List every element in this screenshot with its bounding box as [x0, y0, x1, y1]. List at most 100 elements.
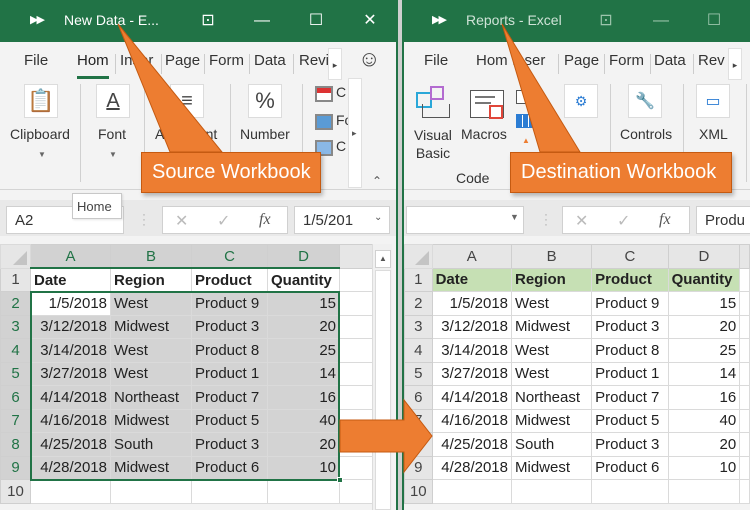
empty-cell[interactable]	[339, 291, 373, 316]
region-cell[interactable]: Midwest	[110, 408, 192, 433]
insert-function-icon[interactable]: fx	[659, 211, 671, 229]
row-header[interactable]: 5	[404, 361, 433, 386]
header-cell[interactable]: Quantity	[267, 267, 340, 292]
minimize-icon[interactable]: —	[647, 8, 675, 34]
region-cell[interactable]: West	[510, 361, 593, 386]
tab-file[interactable]: File	[24, 52, 48, 69]
tab-insert[interactable]: Inser	[512, 52, 545, 69]
product-cell[interactable]: Product 8	[191, 338, 268, 363]
enter-check-icon[interactable]: ✓	[617, 211, 630, 231]
region-cell[interactable]: West	[110, 338, 192, 363]
product-cell[interactable]: Product 5	[591, 408, 669, 433]
empty-cell[interactable]	[510, 479, 593, 504]
row-header[interactable]: 1	[404, 267, 433, 292]
header-cell[interactable]: Region	[510, 267, 593, 292]
row-header[interactable]: 10	[0, 479, 31, 504]
row-header[interactable]: 1	[0, 267, 31, 292]
collapse-ribbon-icon[interactable]: ⌃	[372, 174, 382, 188]
row-header[interactable]: 9	[0, 455, 31, 480]
empty-cell[interactable]	[739, 338, 750, 363]
product-cell[interactable]: Product 7	[191, 385, 268, 410]
product-cell[interactable]: Product 3	[191, 432, 268, 457]
region-cell[interactable]: Midwest	[510, 314, 593, 339]
empty-cell[interactable]	[30, 479, 111, 504]
region-cell[interactable]: South	[110, 432, 192, 457]
date-cell[interactable]: 4/28/2018	[431, 455, 513, 480]
tab-developer[interactable]: Rev	[698, 52, 725, 69]
formula-bar-grip-icon[interactable]: · · ·	[142, 208, 146, 230]
tab-home[interactable]: Hom	[476, 52, 508, 69]
select-all-corner[interactable]	[404, 244, 433, 269]
region-cell[interactable]: Northeast	[110, 385, 192, 410]
date-cell[interactable]: 4/16/2018	[30, 408, 111, 433]
header-cell[interactable]: Date	[30, 267, 111, 292]
empty-cell[interactable]	[739, 291, 750, 316]
product-cell[interactable]: Product 9	[591, 291, 669, 316]
enter-check-icon[interactable]: ✓	[217, 211, 230, 231]
row-header[interactable]: 6	[404, 385, 433, 410]
tabs-scroll-right-icon[interactable]: ▸	[328, 48, 342, 80]
visual-basic-label[interactable]: Visual Basic	[414, 126, 452, 162]
macros-icon[interactable]	[470, 90, 504, 119]
macros-label[interactable]: Macros	[461, 126, 507, 142]
empty-cell[interactable]	[431, 479, 513, 504]
region-cell[interactable]: Northeast	[510, 385, 593, 410]
empty-cell[interactable]	[739, 432, 750, 457]
quantity-cell[interactable]: 20	[667, 314, 741, 339]
date-cell[interactable]: 3/27/2018	[431, 361, 513, 386]
double-arrow-icon[interactable]: ▶▶	[432, 13, 447, 26]
tab-data[interactable]: Data	[654, 52, 686, 69]
empty-cell[interactable]	[339, 338, 373, 363]
controls-icon[interactable]: 🔧	[628, 84, 662, 118]
quantity-cell[interactable]: 14	[267, 361, 340, 386]
region-cell[interactable]: Midwest	[510, 455, 593, 480]
column-header-d[interactable]: D	[667, 244, 741, 269]
row-header[interactable]: 4	[404, 338, 433, 363]
formula-input[interactable]: Produ	[696, 206, 750, 234]
empty-cell[interactable]	[339, 408, 373, 433]
column-header-a[interactable]: A	[431, 244, 513, 269]
region-cell[interactable]: Midwest	[110, 314, 192, 339]
region-cell[interactable]: West	[110, 291, 192, 316]
vertical-scrollbar[interactable]: ▲	[372, 244, 392, 510]
date-cell[interactable]: 1/5/2018	[30, 291, 111, 316]
quantity-cell[interactable]: 15	[267, 291, 340, 316]
ribbon-display-icon[interactable]: ⊡	[592, 8, 620, 34]
font-color-icon[interactable]: A	[96, 84, 130, 118]
product-cell[interactable]: Product 7	[591, 385, 669, 410]
column-header-b[interactable]: B	[110, 244, 192, 269]
row-header[interactable]: 9	[404, 455, 433, 480]
column-header-c[interactable]: C	[591, 244, 669, 269]
row-header[interactable]: 3	[404, 314, 433, 339]
empty-cell[interactable]	[739, 361, 750, 386]
quantity-cell[interactable]: 25	[267, 338, 340, 363]
fill-handle[interactable]	[337, 477, 343, 483]
tab-insert[interactable]: Inser	[120, 52, 153, 69]
date-cell[interactable]: 4/16/2018	[431, 408, 513, 433]
chevron-down-icon[interactable]: ▼	[510, 212, 519, 222]
scroll-track[interactable]	[375, 270, 391, 510]
tab-file[interactable]: File	[424, 52, 448, 69]
column-header-d[interactable]: D	[267, 244, 340, 269]
column-header-e[interactable]	[739, 244, 750, 269]
controls-label[interactable]: Controls	[620, 126, 672, 142]
empty-cell[interactable]	[739, 267, 750, 292]
double-arrow-icon[interactable]: ▶▶	[30, 13, 45, 26]
empty-cell[interactable]	[739, 479, 750, 504]
ribbon-display-icon[interactable]: ⊡	[194, 8, 222, 34]
formula-bar-grip-icon[interactable]: · · ·	[544, 208, 548, 230]
empty-cell[interactable]	[739, 314, 750, 339]
row-header[interactable]: 7	[0, 408, 31, 433]
region-cell[interactable]: West	[510, 338, 593, 363]
column-header-b[interactable]: B	[510, 244, 593, 269]
date-cell[interactable]: 4/25/2018	[431, 432, 513, 457]
region-cell[interactable]: Midwest	[110, 455, 192, 480]
header-cell[interactable]: Product	[191, 267, 268, 292]
empty-cell[interactable]	[339, 267, 373, 292]
empty-cell[interactable]	[591, 479, 669, 504]
date-cell[interactable]: 3/14/2018	[431, 338, 513, 363]
quantity-cell[interactable]: 10	[267, 455, 340, 480]
chevron-down-icon[interactable]: ▼	[38, 150, 46, 159]
row-header[interactable]: 6	[0, 385, 31, 410]
product-cell[interactable]: Product 6	[191, 455, 268, 480]
